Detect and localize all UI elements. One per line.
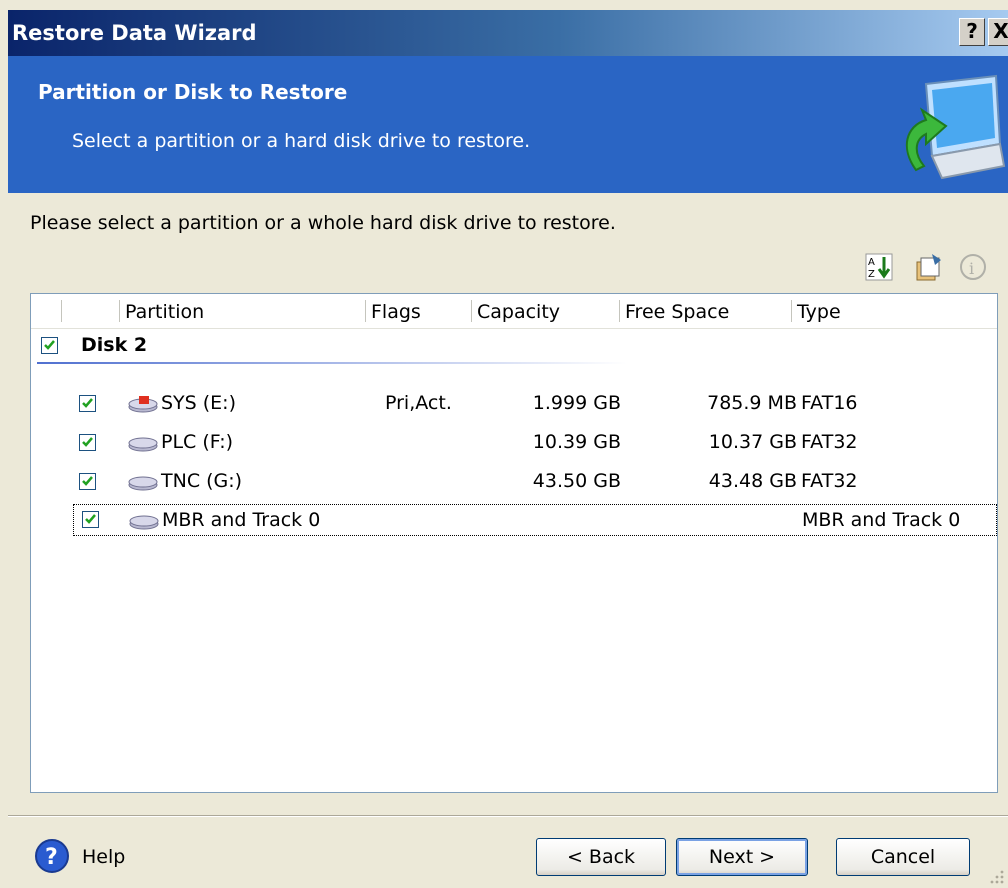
table-row[interactable]: PLC (F:) 10.39 GB 10.37 GB FAT32	[31, 427, 997, 459]
partition-type: MBR and Track 0	[802, 509, 961, 531]
title-bar[interactable]: Restore Data Wizard ? X	[8, 10, 1008, 56]
column-header-partition[interactable]: Partition	[119, 294, 365, 328]
svg-text:?: ?	[45, 845, 58, 870]
window-title: Restore Data Wizard	[12, 21, 257, 45]
drive-icon	[129, 515, 159, 530]
table-row[interactable]: TNC (G:) 43.50 GB 43.48 GB FAT32	[31, 466, 997, 498]
table-row[interactable]: SYS (E:) Pri,Act. 1.999 GB 785.9 MB FAT1…	[31, 388, 997, 420]
disk-label: Disk 2	[81, 334, 148, 356]
disk-group-row[interactable]: Disk 2	[31, 330, 997, 360]
partition-name: PLC (F:)	[161, 431, 234, 453]
close-button[interactable]: X	[988, 18, 1008, 46]
wizard-header: Partition or Disk to Restore Select a pa…	[8, 56, 1008, 193]
row-checkbox[interactable]	[79, 434, 96, 451]
column-header-flags[interactable]: Flags	[365, 294, 471, 328]
column-header-capacity[interactable]: Capacity	[471, 294, 619, 328]
check-icon	[44, 340, 55, 350]
partition-type: FAT16	[801, 392, 858, 414]
back-button[interactable]: < Back	[536, 838, 666, 876]
check-icon	[85, 514, 96, 524]
partition-capacity: 1.999 GB	[532, 392, 621, 414]
check-icon	[82, 476, 93, 486]
partition-list[interactable]: Partition Flags Capacity Free Space Type…	[30, 293, 998, 793]
partition-free-space: 43.48 GB	[708, 470, 797, 492]
partition-type: FAT32	[801, 431, 858, 453]
column-header-free-space[interactable]: Free Space	[619, 294, 791, 328]
system-drive-icon	[128, 396, 158, 413]
next-button[interactable]: Next >	[676, 838, 808, 876]
partition-free-space: 785.9 MB	[707, 392, 797, 414]
cancel-button[interactable]: Cancel	[836, 838, 970, 876]
help-title-button[interactable]: ?	[959, 18, 985, 46]
row-checkbox[interactable]	[79, 395, 96, 412]
instruction-text: Please select a partition or a whole har…	[30, 212, 616, 234]
svg-text:Z: Z	[868, 269, 875, 280]
check-icon	[82, 437, 93, 447]
partition-free-space: 10.37 GB	[708, 431, 797, 453]
header-subtitle: Select a partition or a hard disk drive …	[72, 130, 531, 152]
check-icon	[82, 398, 93, 408]
properties-icon[interactable]	[914, 252, 944, 282]
sort-icon[interactable]: A Z	[864, 252, 894, 282]
partition-capacity: 43.50 GB	[532, 470, 621, 492]
svg-text:A: A	[868, 257, 875, 268]
resize-grip-icon[interactable]	[986, 866, 1006, 886]
drive-icon	[128, 437, 158, 452]
disk-checkbox[interactable]	[41, 337, 58, 354]
computer-restore-icon	[906, 74, 1006, 180]
column-header-type[interactable]: Type	[791, 294, 991, 328]
disk-divider	[37, 362, 627, 364]
footer-separator	[8, 815, 1008, 817]
row-checkbox[interactable]	[82, 511, 99, 528]
help-icon[interactable]: ?	[34, 838, 70, 874]
partition-name: TNC (G:)	[161, 470, 243, 492]
column-header-select[interactable]	[61, 294, 119, 328]
info-icon[interactable]: i	[958, 252, 988, 282]
partition-type: FAT32	[801, 470, 858, 492]
partition-capacity: 10.39 GB	[532, 431, 621, 453]
partition-name: MBR and Track 0	[162, 509, 321, 531]
partition-flags: Pri,Act.	[385, 392, 452, 414]
row-checkbox[interactable]	[79, 473, 96, 490]
svg-text:i: i	[969, 259, 974, 278]
header-title: Partition or Disk to Restore	[38, 80, 348, 104]
table-row[interactable]: MBR and Track 0 MBR and Track 0	[73, 504, 997, 536]
list-header: Partition Flags Capacity Free Space Type	[31, 294, 997, 329]
drive-icon	[128, 476, 158, 491]
partition-name: SYS (E:)	[161, 392, 236, 414]
help-link[interactable]: Help	[82, 846, 125, 868]
